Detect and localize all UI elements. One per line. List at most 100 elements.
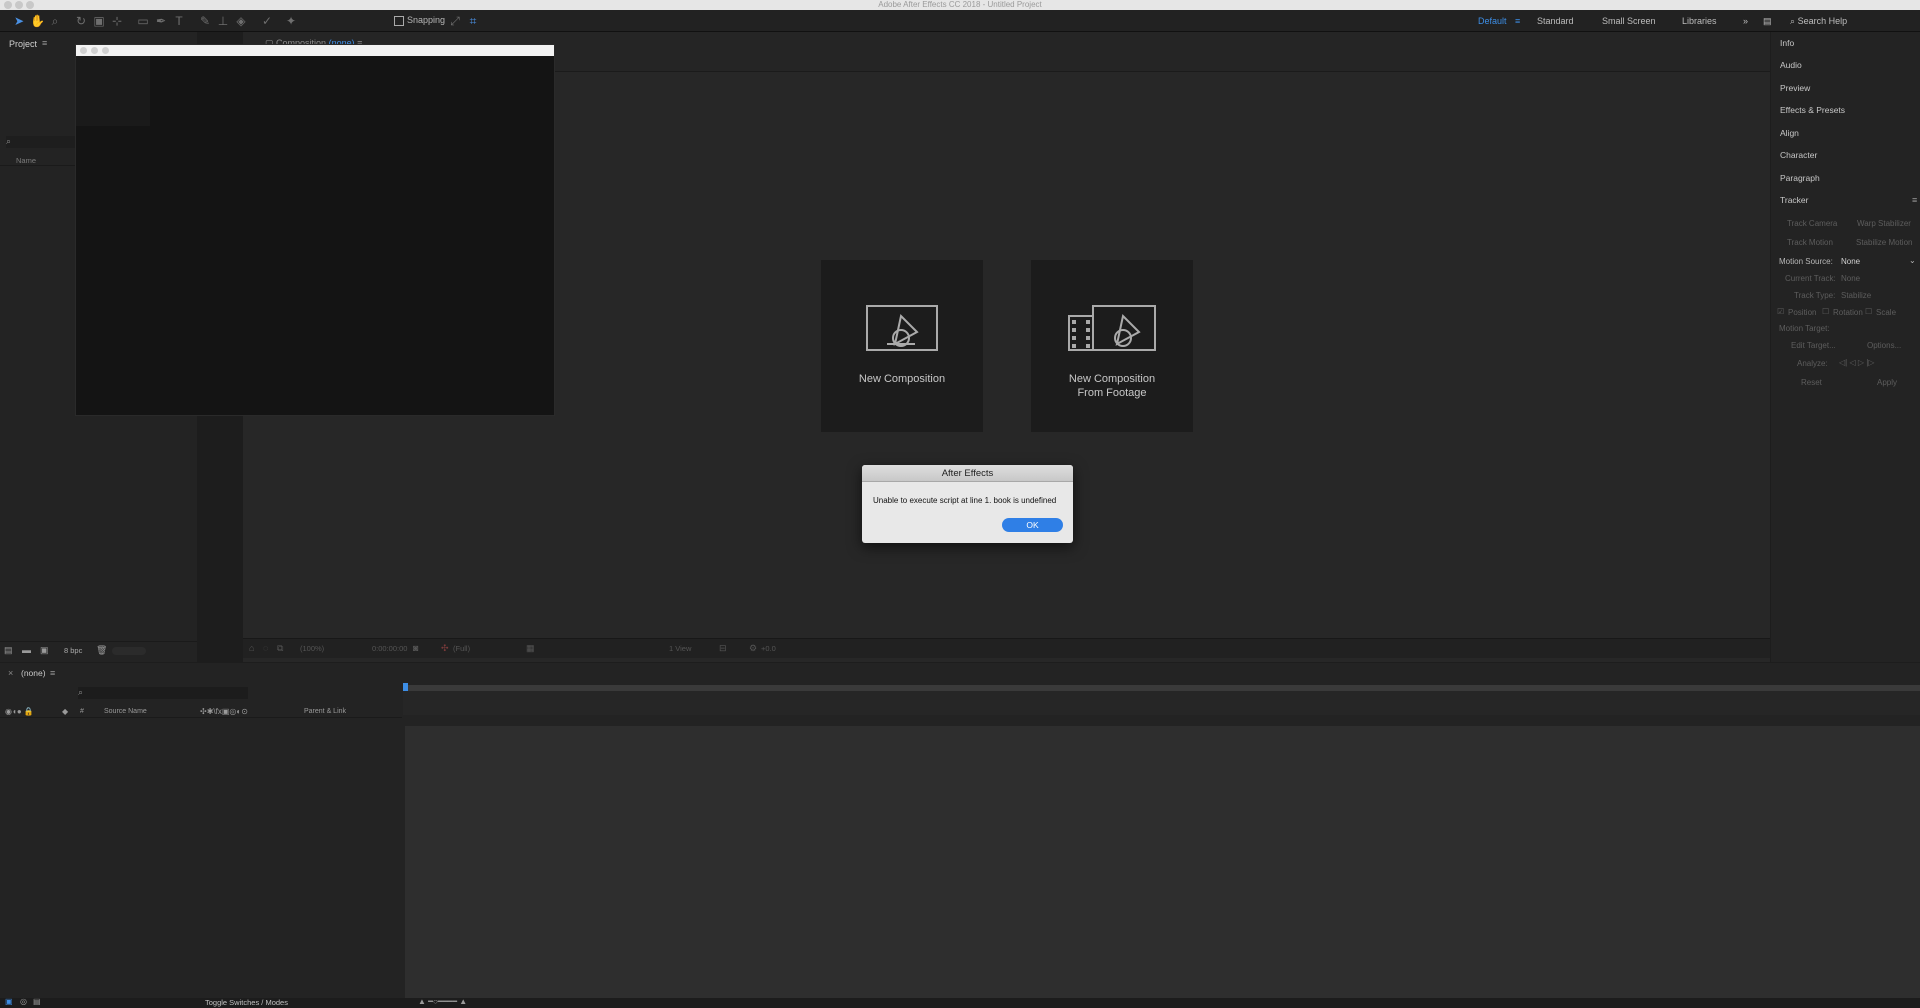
options-button[interactable]: Options... [1867,341,1901,350]
tracker-menu-icon[interactable]: ≡ [1912,195,1917,205]
ok-button[interactable]: OK [1002,518,1063,532]
layer-number-column: # [80,708,84,715]
snap-grid-icon[interactable]: ⌗ [466,14,480,28]
new-composition-card[interactable]: New Composition [821,260,983,432]
rotation-checkbox[interactable]: ☐ [1822,307,1829,316]
edit-target-button[interactable]: Edit Target... [1791,341,1836,350]
magnification-dropdown[interactable]: (100%) [300,644,324,653]
interpret-footage-icon[interactable]: ▤ [4,645,13,656]
thumbnail-slider[interactable] [112,647,146,655]
timeline-tab-label[interactable]: (none) [21,668,46,678]
more-workspaces-icon[interactable]: » [1743,16,1748,26]
region-of-interest-icon[interactable]: ⧉ [277,643,283,654]
time-ruler[interactable] [403,683,1920,715]
switches-column-icons[interactable]: ✣✱\fx▣◎◐⊙ [200,707,248,716]
current-track-dropdown[interactable]: None [1841,274,1860,283]
workspace-standard[interactable]: Standard [1537,16,1574,26]
warp-stabilizer-button[interactable]: Warp Stabilizer [1857,219,1911,228]
track-camera-button[interactable]: Track Camera [1787,219,1837,228]
panel-preview[interactable]: Preview [1780,83,1810,93]
panel-character[interactable]: Character [1780,150,1817,160]
pan-behind-tool-icon[interactable]: ⊹ [110,14,124,28]
panel-effects-presets[interactable]: Effects & Presets [1780,105,1845,115]
new-composition-icon[interactable]: ▣ [40,645,49,656]
channel-icon[interactable]: ✣ [441,643,449,654]
snapshot-icon[interactable]: ◙ [413,643,418,653]
label-column-icon[interactable]: ◆ [62,707,68,716]
roto-brush-tool-icon[interactable]: ✓ [260,14,274,28]
snapping-checkbox[interactable] [394,16,404,26]
hand-tool-icon[interactable]: ✋ [30,14,45,28]
search-help-placeholder: Search Help [1797,16,1848,26]
search-help-field[interactable]: ⌕ Search Help [1790,14,1920,28]
timeline-search-input[interactable]: ⌕ [78,687,248,699]
track-motion-button[interactable]: Track Motion [1787,238,1833,247]
project-panel-menu-icon[interactable]: ≡ [42,38,47,48]
analyze-controls[interactable]: ◁| ◁ ▷ |▷ [1839,358,1874,367]
panel-audio[interactable]: Audio [1780,60,1802,70]
puppet-tool-icon[interactable]: ✦ [284,14,298,28]
exposure-value[interactable]: +0.0 [761,644,776,653]
type-tool-icon[interactable]: T [172,14,186,28]
workspace-libraries[interactable]: Libraries [1682,16,1717,26]
camera-tool-icon[interactable]: ▣ [92,14,106,28]
workspace-menu-icon[interactable]: ≡ [1515,16,1520,26]
brush-tool-icon[interactable]: ✎ [198,14,212,28]
workspace-default[interactable]: Default [1478,16,1507,26]
mask-visibility-icon[interactable]: ◌ [263,643,268,653]
position-checkbox[interactable]: ☑ [1777,307,1784,316]
work-area-bar[interactable] [403,685,1920,691]
apply-button[interactable]: Apply [1877,378,1897,387]
panel-paragraph[interactable]: Paragraph [1780,173,1820,183]
parent-link-column[interactable]: Parent & Link [304,708,346,715]
scale-checkbox[interactable]: ☐ [1865,307,1872,316]
workspace-small-screen[interactable]: Small Screen [1602,16,1656,26]
view-layout-dropdown[interactable]: 1 View [669,644,691,653]
timeline-menu-icon[interactable]: ≡ [50,668,55,678]
panel-align[interactable]: Align [1780,128,1799,138]
project-search-input[interactable]: ⌕ [6,136,76,148]
track-type-dropdown[interactable]: Stabilize [1841,291,1871,300]
new-composition-from-footage-card[interactable]: New Composition From Footage [1031,260,1193,432]
toggle-transparency-grid-icon[interactable]: ▦ [526,643,535,654]
project-panel-title[interactable]: Project [9,39,37,49]
floating-panel-titlebar[interactable] [76,45,554,56]
new-composition-label: New Composition [858,373,946,385]
trash-icon[interactable]: 🗑 [96,645,107,656]
sync-settings-icon[interactable]: ▤ [1763,16,1772,27]
name-column-header[interactable]: Name [16,156,36,165]
in-out-icon[interactable]: ▤ [33,997,41,1006]
search-icon: ⌕ [1790,16,1796,26]
floating-panel-sidebar [76,56,150,126]
layer-switches-icon[interactable]: ▣ [5,997,13,1006]
new-composition-from-footage-label: New Composition From Footage [1031,372,1193,400]
fast-previews-icon[interactable]: ⚙ [749,643,757,654]
close-timeline-icon[interactable]: × [8,668,13,678]
eraser-tool-icon[interactable]: ◈ [234,14,248,28]
motion-target-label: Motion Target: [1779,324,1830,333]
bit-depth-label[interactable]: 8 bpc [64,646,82,655]
new-folder-icon[interactable]: ▬ [22,645,31,655]
pixel-aspect-icon[interactable]: ⊟ [719,643,727,654]
selection-tool-icon[interactable]: ➤ [12,14,26,28]
motion-source-dropdown[interactable]: None [1841,257,1860,266]
current-time-display[interactable]: 0:00:00:00 [372,644,407,653]
reset-button[interactable]: Reset [1801,378,1822,387]
toggle-switches-modes[interactable]: Toggle Switches / Modes [205,998,288,1007]
playhead-handle[interactable] [403,683,408,691]
stabilize-motion-button[interactable]: Stabilize Motion [1856,238,1912,247]
zoom-tool-icon[interactable]: ⌕ [48,14,62,28]
panel-tracker[interactable]: Tracker [1780,195,1809,205]
snap-option-icon[interactable]: ⤢ [448,14,462,28]
visibility-column-icons[interactable]: ◉◖● 🔒 [5,707,34,716]
source-name-column[interactable]: Source Name [104,708,147,715]
resolution-dropdown[interactable]: (Full) [453,644,470,653]
always-preview-icon[interactable]: ⌂ [249,643,254,653]
rotate-tool-icon[interactable]: ↻ [74,14,88,28]
clone-stamp-tool-icon[interactable]: ⊥ [216,14,230,28]
zoom-slider[interactable]: ▲ ━○━━━━ ▲ [418,997,467,1006]
transfer-controls-icon[interactable]: ◎ [20,997,27,1006]
pen-tool-icon[interactable]: ✒ [154,14,168,28]
panel-info[interactable]: Info [1780,38,1794,48]
rectangle-tool-icon[interactable]: ▭ [136,14,150,28]
